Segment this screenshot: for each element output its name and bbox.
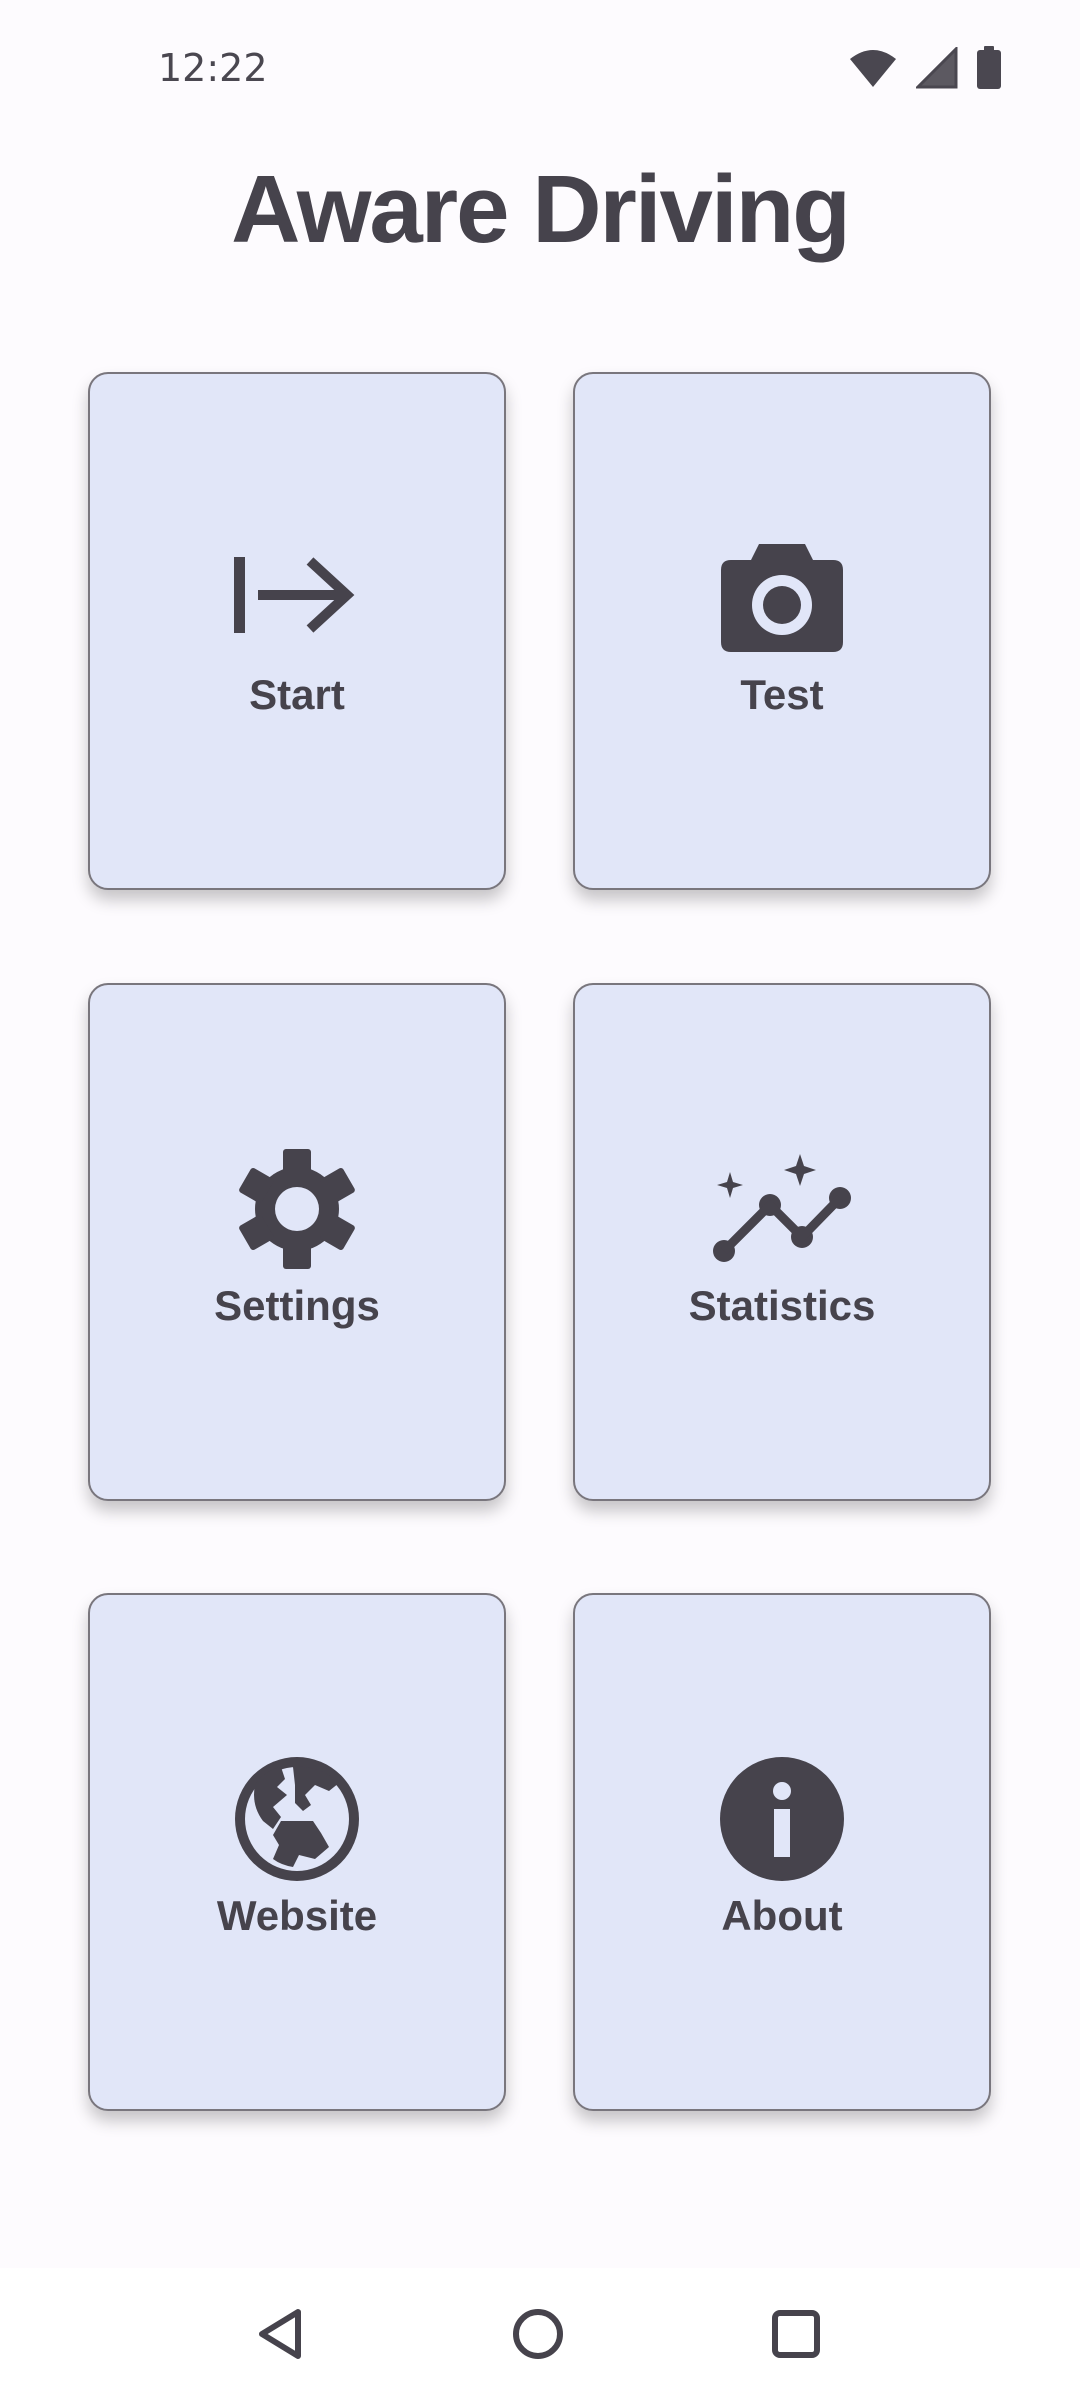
about-button[interactable]: About bbox=[573, 1593, 991, 2111]
cell-signal-icon bbox=[914, 45, 958, 94]
status-time: 12:22 bbox=[158, 46, 268, 90]
camera-icon bbox=[712, 533, 852, 663]
arrow-right-to-line-icon bbox=[227, 533, 367, 663]
statistics-button[interactable]: Statistics bbox=[573, 983, 991, 1501]
test-label: Test bbox=[740, 671, 824, 718]
website-label: Website bbox=[216, 1892, 378, 1939]
back-icon[interactable] bbox=[248, 2302, 312, 2366]
wifi-icon bbox=[848, 47, 898, 94]
auto-graph-icon bbox=[712, 1144, 852, 1274]
status-bar: 12:22 bbox=[0, 0, 1080, 140]
settings-label: Settings bbox=[214, 1282, 380, 1329]
info-icon bbox=[712, 1754, 852, 1884]
gear-icon bbox=[227, 1144, 367, 1274]
navigation-bar bbox=[0, 2268, 1080, 2400]
status-icons bbox=[848, 45, 1002, 95]
globe-icon bbox=[227, 1754, 367, 1884]
recents-icon[interactable] bbox=[764, 2302, 828, 2366]
statistics-label: Statistics bbox=[688, 1282, 876, 1329]
battery-icon bbox=[976, 46, 1002, 95]
home-icon[interactable] bbox=[506, 2302, 570, 2366]
website-button[interactable]: Website bbox=[88, 1593, 506, 2111]
app-title: Aware Driving bbox=[231, 156, 851, 263]
settings-button[interactable]: Settings bbox=[88, 983, 506, 1501]
test-button[interactable]: Test bbox=[573, 372, 991, 890]
about-label: About bbox=[721, 1892, 843, 1939]
start-button[interactable]: Start bbox=[88, 372, 506, 890]
start-label: Start bbox=[249, 671, 345, 718]
